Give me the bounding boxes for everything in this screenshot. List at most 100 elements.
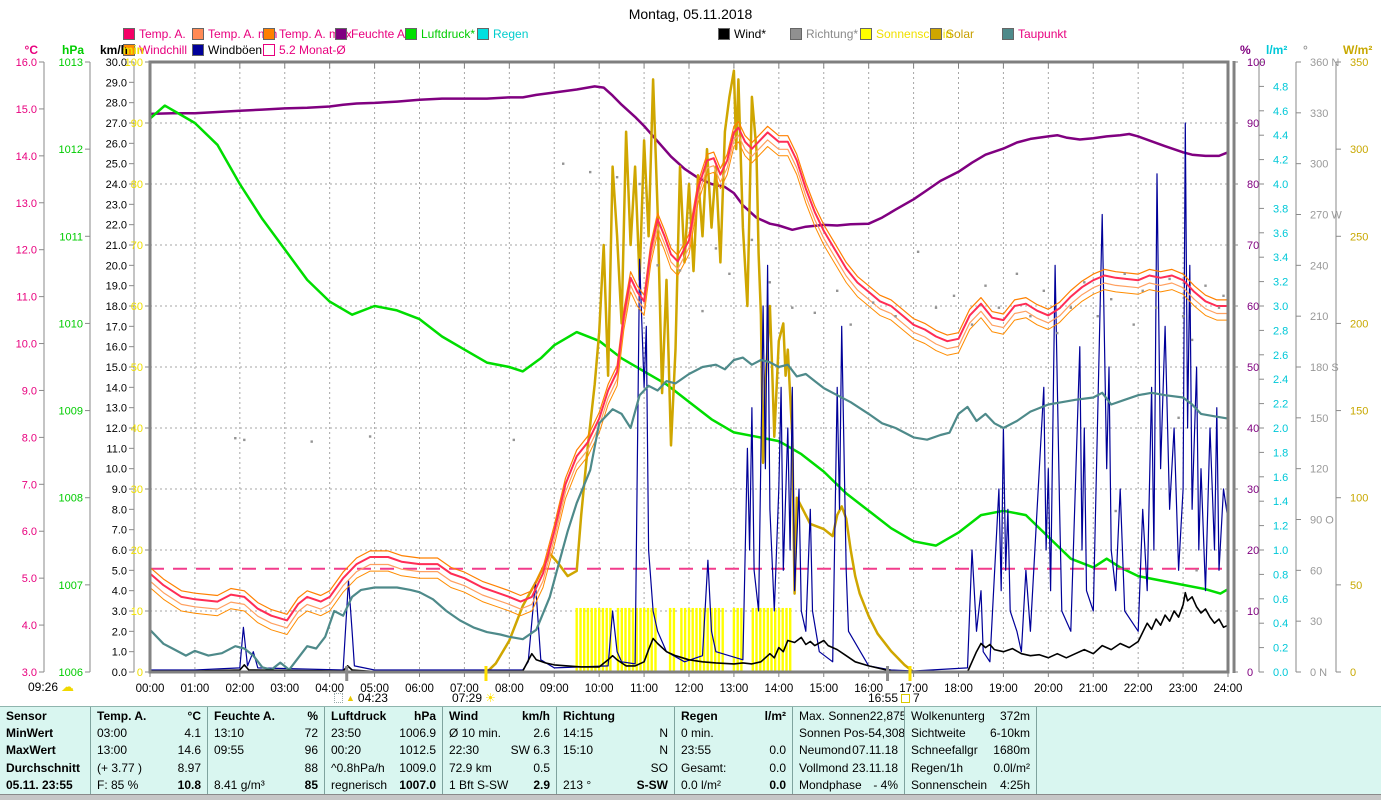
tick-label-km/h: 11.0 xyxy=(106,443,127,455)
x-tick-label: 03:00 xyxy=(270,683,299,695)
table-row: SO xyxy=(563,760,668,777)
tick-label-km/h: 22.0 xyxy=(106,220,127,232)
table-row: Richtung xyxy=(563,708,668,725)
x-tick-label: 23:00 xyxy=(1169,683,1198,695)
tick-label-°: 240 xyxy=(1310,260,1328,272)
tick-label-km/h: 18.0 xyxy=(106,301,127,313)
row-label: Durchschnitt xyxy=(6,760,81,775)
tick-label-°: 360 N xyxy=(1310,57,1339,69)
sensor-name: Feuchte A. xyxy=(214,709,275,723)
cell-desc: 00:20 xyxy=(331,743,362,758)
tick-label-l/m²: 0.4 xyxy=(1273,618,1288,630)
series-sonnenschein xyxy=(762,607,766,672)
moonrise-icon xyxy=(334,693,343,703)
row-label: MaxWert xyxy=(6,743,56,758)
sensor-name: Temp. A. xyxy=(97,709,147,723)
tick-label-°C: 6.0 xyxy=(22,526,37,538)
cell-value: N xyxy=(659,726,668,741)
series-richtung xyxy=(1141,289,1144,292)
series-richtung xyxy=(701,309,704,313)
tick-label-°: 0 N xyxy=(1310,667,1327,679)
series-richtung xyxy=(638,182,641,186)
table-row: F: 85 % 10.8 xyxy=(97,777,201,794)
sensor-unit: °C xyxy=(187,709,201,723)
series-sonnenschein xyxy=(721,607,724,672)
tick-label-min: 0 xyxy=(137,667,143,679)
tick-label-km/h: 7.0 xyxy=(112,525,127,537)
cell-value: 1009.0 xyxy=(399,760,436,775)
tick-label-min: 100 xyxy=(125,57,143,69)
tick-label-km/h: 2.0 xyxy=(112,626,127,638)
table-row: Regen/1h 0.0l/m² xyxy=(911,760,1030,777)
tick-label-km/h: 4.0 xyxy=(112,586,127,598)
series-richtung xyxy=(1204,284,1207,287)
tick-label-W/m²: 0 xyxy=(1350,667,1356,679)
cell-desc: 22:30 xyxy=(449,743,480,758)
tick-label-km/h: 13.0 xyxy=(106,403,127,415)
cell-desc: Gesamt: xyxy=(681,760,727,775)
series-richtung xyxy=(768,281,771,284)
tick-label-km/h: 14.0 xyxy=(106,382,127,394)
sunrise-time: 07:29 xyxy=(452,691,483,705)
cell-desc: 23:55 xyxy=(681,743,712,758)
x-tick-label: 09:00 xyxy=(540,683,569,695)
tick-label-%: 30 xyxy=(1247,484,1259,496)
series-richtung xyxy=(1083,281,1086,284)
table-row: Luftdruck hPa xyxy=(331,708,436,725)
table-row: Gesamt: 0.0 xyxy=(681,760,786,777)
tick-label-l/m²: 4.8 xyxy=(1273,81,1288,93)
tick-label-hPa: 1008 xyxy=(59,493,83,505)
x-tick-label: 18:00 xyxy=(944,683,973,695)
series-richtung xyxy=(1096,315,1099,318)
axis-unit-°C: °C xyxy=(25,43,39,57)
tick-label-%: 40 xyxy=(1247,423,1259,435)
tick-label-l/m²: 2.0 xyxy=(1273,423,1288,435)
series-sonnenschein xyxy=(579,607,582,672)
series-sonnenschein xyxy=(586,607,590,672)
info-value: 372m xyxy=(999,709,1030,723)
tick-label-W/m²: 50 xyxy=(1350,580,1362,592)
cell-desc: ^0.8hPa/h xyxy=(331,760,385,775)
tick-label-l/m²: 2.4 xyxy=(1273,374,1288,386)
sensor-unit: % xyxy=(307,709,318,723)
sunset-extra: 7 xyxy=(913,691,920,705)
tick-label-l/m²: 4.2 xyxy=(1273,155,1288,167)
table-row: Schneefallgr 1680m xyxy=(911,742,1030,759)
cell-desc: 09:55 xyxy=(214,743,245,758)
table-row: 72.9 km 0.5 xyxy=(449,760,550,777)
series-sonnenschein xyxy=(777,607,781,672)
tick-label-km/h: 23.0 xyxy=(106,199,127,211)
tick-label-l/m²: 0.0 xyxy=(1273,667,1288,679)
tick-label-km/h: 24.0 xyxy=(106,179,127,191)
series-richtung xyxy=(1123,272,1126,275)
table-row: Vollmond 23.11.18 xyxy=(799,760,898,777)
table-row: Wind km/h xyxy=(449,708,550,725)
series-richtung xyxy=(894,315,897,318)
tick-label-°C: 11.0 xyxy=(16,292,37,304)
x-tick-label: 20:00 xyxy=(1034,683,1063,695)
tick-label-km/h: 26.0 xyxy=(106,138,127,150)
info-value: 23.11.18 xyxy=(852,760,898,775)
axis-unit-W/m²: W/m² xyxy=(1343,43,1372,57)
sensor-unit: hPa xyxy=(413,709,436,723)
tick-label-km/h: 1.0 xyxy=(112,647,127,659)
cell-desc: 0.0 l/m² xyxy=(681,777,722,792)
tick-label-min: 20 xyxy=(131,545,143,557)
cell-desc: 72.9 km xyxy=(449,760,492,775)
cell-desc: 213 ° xyxy=(563,777,592,792)
tick-label-°C: 9.0 xyxy=(22,385,37,397)
tick-label-°: 330 xyxy=(1310,108,1328,120)
series-richtung xyxy=(368,435,372,438)
x-tick-label: 12:00 xyxy=(675,683,704,695)
tick-label-km/h: 21.0 xyxy=(106,240,127,252)
series-sonnenschein xyxy=(789,607,792,672)
table-row: regnerisch 1007.0 xyxy=(331,777,436,794)
table-row: 15:10 N xyxy=(563,742,668,759)
tick-label-l/m²: 1.0 xyxy=(1273,545,1288,557)
tick-label-min: 90 xyxy=(131,118,143,130)
tick-label-km/h: 9.0 xyxy=(112,484,127,496)
series-richtung xyxy=(1015,272,1019,275)
series-richtung xyxy=(1069,306,1072,309)
tick-label-hPa: 1006 xyxy=(59,667,83,679)
series-richtung xyxy=(984,284,987,287)
